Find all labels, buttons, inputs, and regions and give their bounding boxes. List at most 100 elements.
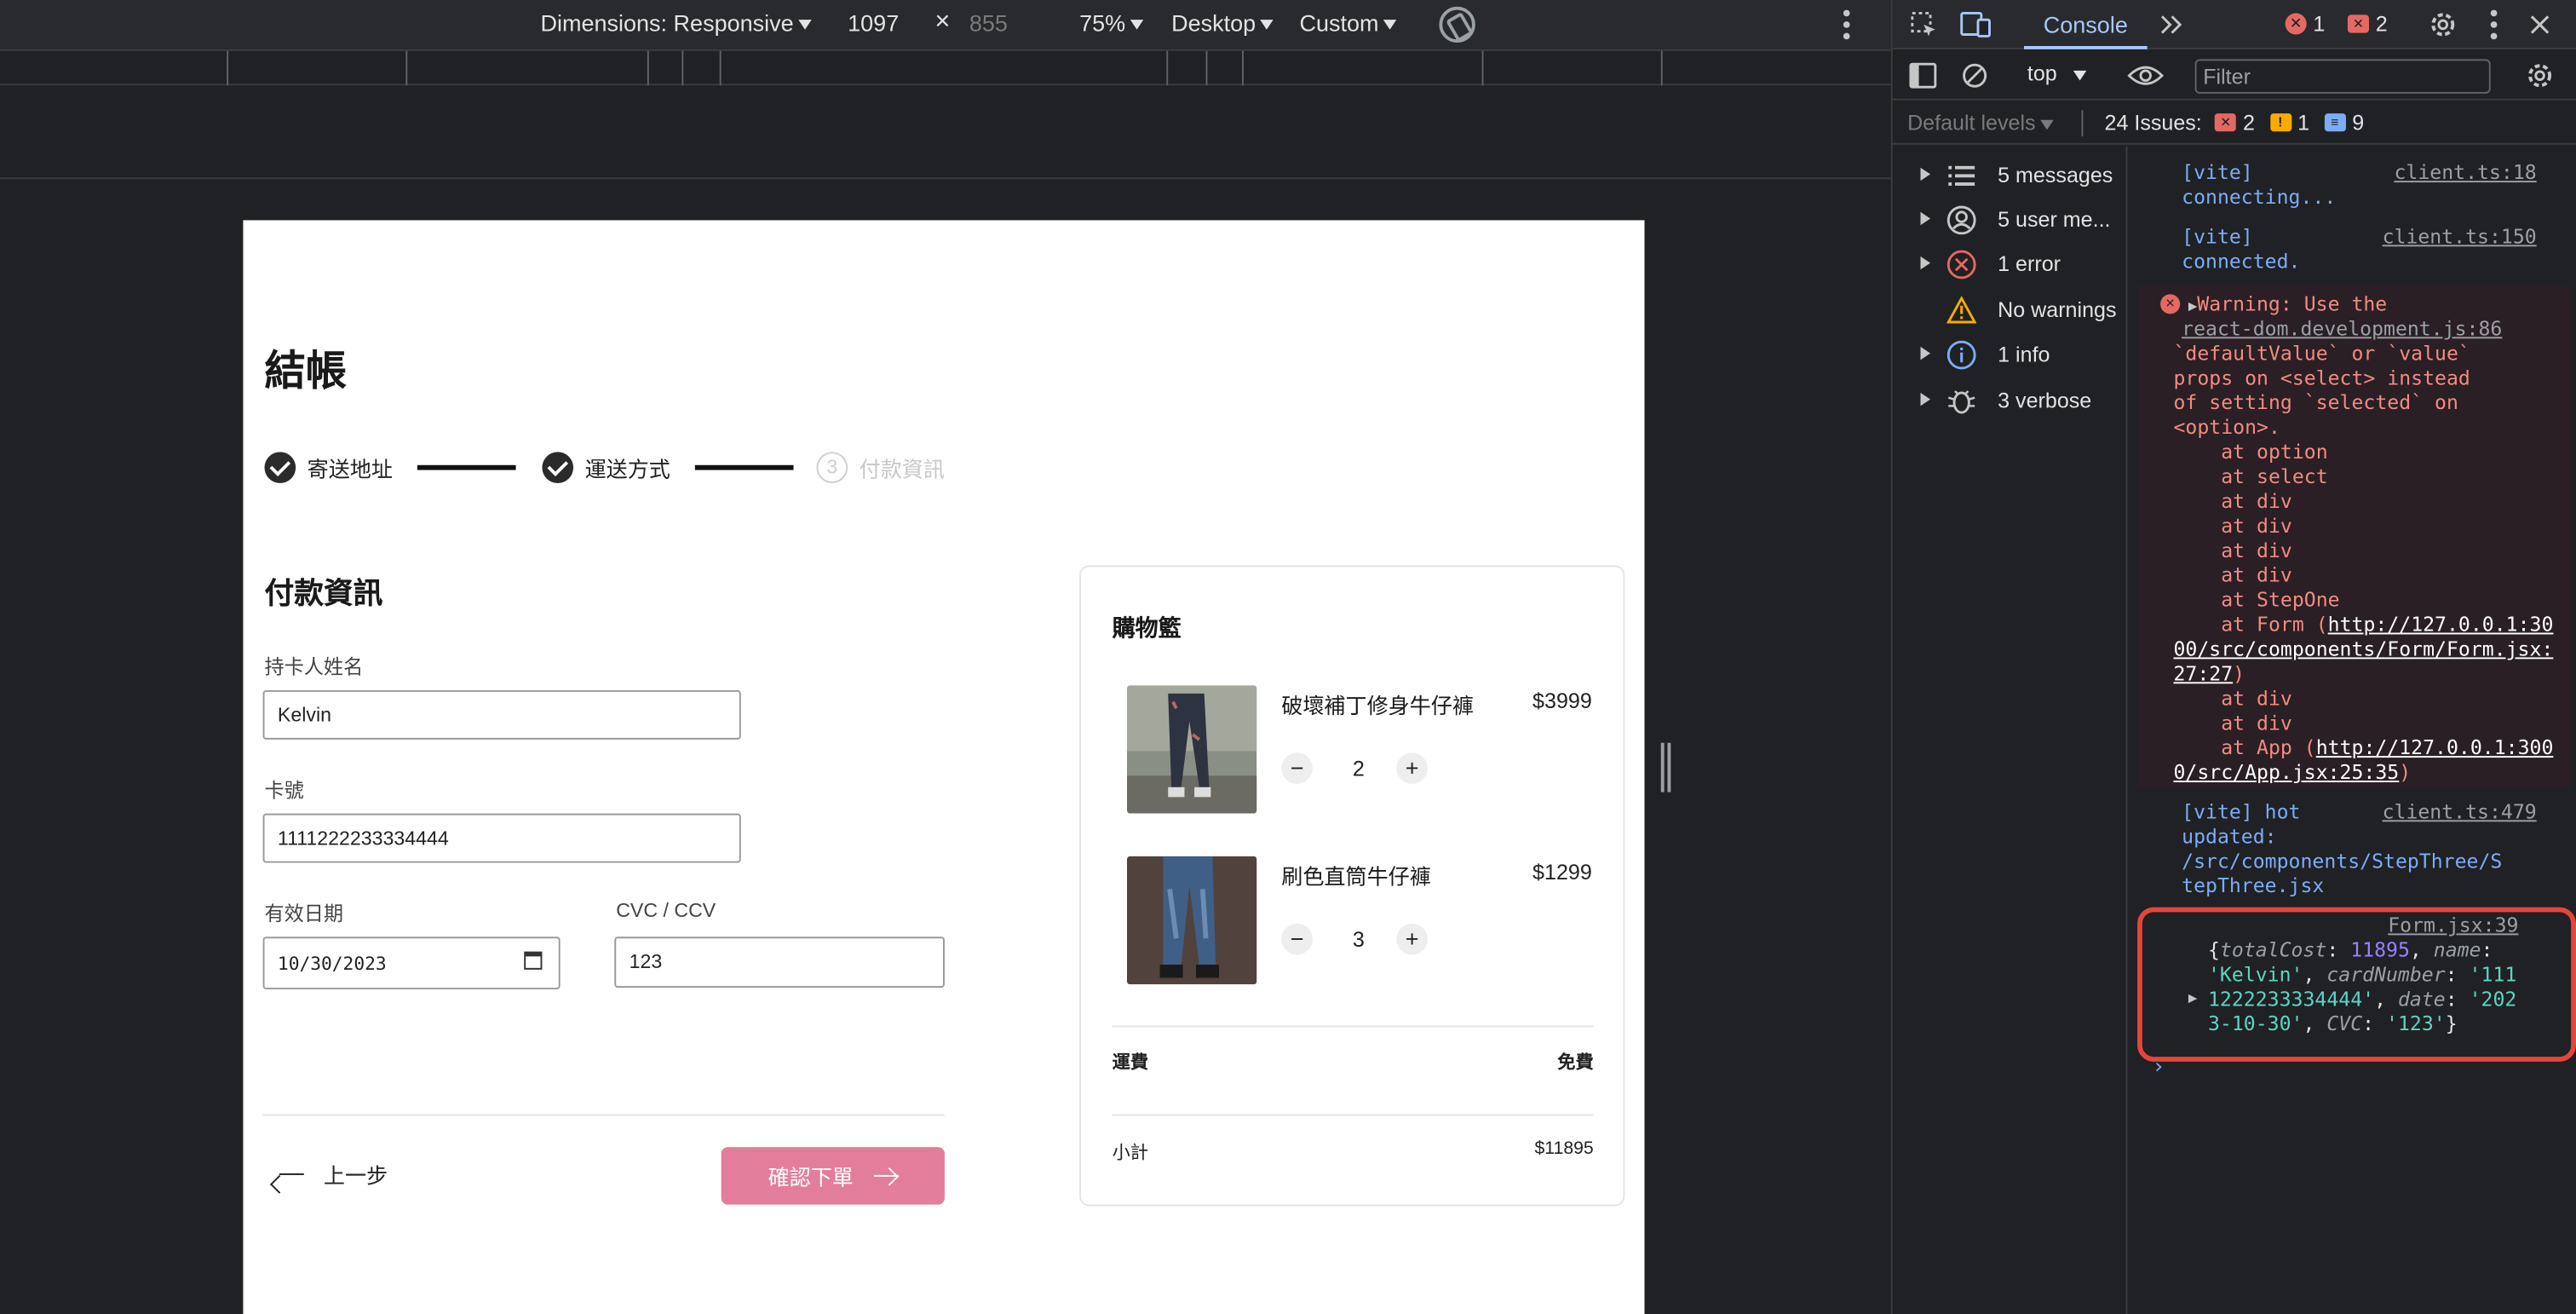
message-source-link[interactable]: client.ts:150 <box>2383 225 2537 250</box>
increase-quantity-button[interactable]: + <box>1396 923 1428 955</box>
eye-icon[interactable] <box>2127 64 2164 87</box>
viewport-resize-handle[interactable] <box>1660 742 1671 792</box>
expand-triangle-icon[interactable] <box>1920 211 1931 226</box>
expiry-date-label: 有效日期 <box>264 902 344 925</box>
devtools-menu-icon[interactable] <box>2490 9 2498 40</box>
console-toolbar: top Filter <box>1892 51 2576 101</box>
cart-divider <box>1112 1025 1594 1028</box>
dimensions-label: Dimensions: Responsive <box>540 9 794 37</box>
card-number-input[interactable]: 1111222233334444 <box>262 813 741 863</box>
sidebar-item-warnings[interactable]: No warnings <box>1893 287 2128 331</box>
filter-input[interactable]: Filter <box>2194 59 2491 94</box>
more-options-icon[interactable] <box>1843 9 1850 40</box>
expand-triangle-icon[interactable]: ▶ <box>2188 988 2197 1012</box>
device-toggle-icon[interactable] <box>1960 10 1993 40</box>
console-message: [vite] hot updated: /src/components/Step… <box>2129 800 2576 902</box>
expiry-date-input[interactable]: 10/30/2023 <box>262 937 561 989</box>
key-name: name <box>2433 938 2481 962</box>
confirm-label: 確認下單 <box>768 1165 854 1190</box>
step-shipping-method: 運送方式 <box>542 448 670 484</box>
value-totalcost: 11895 <box>2350 938 2410 962</box>
warning-header[interactable]: ▶Warning: Use the <box>2188 292 2387 320</box>
message-source-link[interactable]: Form.jsx:39 <box>2388 913 2518 938</box>
sidebar-item-verbose[interactable]: 3 verbose <box>1893 378 2128 423</box>
sidebar-item-messages[interactable]: 5 messages <box>1893 153 2128 197</box>
expand-triangle-icon[interactable] <box>1920 256 1931 270</box>
clear-console-icon[interactable] <box>1962 62 1988 89</box>
message-text: [vite] connecting... <box>2182 160 2337 209</box>
message-source-link[interactable]: client.ts:18 <box>2394 161 2536 186</box>
calendar-icon[interactable] <box>524 951 543 970</box>
tab-console[interactable]: Console <box>2023 0 2148 49</box>
close-icon[interactable] <box>2528 13 2551 36</box>
sidebar-item-info[interactable]: 1 info <box>1893 332 2128 377</box>
cvc-input[interactable]: 123 <box>614 937 945 988</box>
error-badge[interactable]: ✕ 1 <box>2285 11 2325 36</box>
levels-bar: Default levels 24 Issues: ✕ 2 ! 1 ≡ 9 <box>1892 102 2576 145</box>
device-type-dropdown[interactable]: Desktop <box>1171 10 1274 36</box>
increase-quantity-button[interactable]: + <box>1396 752 1428 784</box>
inspect-element-icon[interactable] <box>1909 10 1939 40</box>
step-connector <box>694 464 794 470</box>
issues-summary[interactable]: 24 Issues: ✕ 2 ! 1 ≡ 9 <box>2104 110 2364 135</box>
cvc-label: CVC / CCV <box>616 898 716 922</box>
shipping-label: 運費 <box>1112 1053 1149 1074</box>
issue-error-icon: ✕ <box>2215 113 2237 132</box>
product-image <box>1126 685 1257 814</box>
issue-badge[interactable]: ✕ 2 <box>2347 11 2388 36</box>
console-settings-icon[interactable] <box>2525 61 2555 90</box>
quantity-value: 3 <box>1352 926 1365 952</box>
error-icon: ✕ <box>2160 294 2181 314</box>
bug-icon <box>1947 390 1975 414</box>
dimensions-dropdown[interactable]: Dimensions: Responsive <box>540 9 812 37</box>
sidebar-label: 3 verbose <box>1998 388 2092 413</box>
media-query-ruler[interactable] <box>0 49 1891 86</box>
back-label: 上一步 <box>323 1163 388 1189</box>
chevron-down-icon <box>2073 70 2087 80</box>
product-price: $3999 <box>1532 689 1592 713</box>
context-dropdown[interactable]: top <box>2027 61 2087 85</box>
devtools-tab-bar: Console ✕ 1 ✕ 2 <box>1892 0 2576 49</box>
rotate-icon[interactable] <box>1439 6 1475 43</box>
sidebar-label: 1 error <box>1998 251 2061 276</box>
chevron-down-icon <box>1383 20 1397 31</box>
warning-body: `defaultValue` or `value` props on <sele… <box>2173 342 2470 637</box>
message-source-link[interactable]: client.ts:479 <box>2383 800 2537 825</box>
height-input[interactable]: 855 <box>969 10 1008 37</box>
zoom-dropdown[interactable]: 75% <box>1079 10 1144 36</box>
list-icon <box>1948 165 1975 186</box>
sidebar-label: 5 user me... <box>1998 206 2111 232</box>
expand-triangle-icon[interactable] <box>1920 346 1931 360</box>
cardholder-name-input[interactable]: Kelvin <box>262 689 741 740</box>
device-toolbar: Dimensions: Responsive 1097 × 855 75% De… <box>0 0 1891 49</box>
more-tabs-icon[interactable] <box>2159 13 2185 36</box>
warning-source-link[interactable]: react-dom.development.js:86 <box>2182 317 2502 342</box>
step-label: 運送方式 <box>584 456 670 481</box>
sidebar-label: 5 messages <box>1998 162 2113 187</box>
logged-object[interactable]: {totalCost: 11895, name: 'Kelvin', cardN… <box>2208 938 2520 1037</box>
console-output: [vite] connecting... client.ts:18 [vite]… <box>2129 147 2576 1314</box>
check-circle-icon <box>264 451 296 483</box>
expand-triangle-icon[interactable] <box>1920 392 1931 406</box>
decrease-quantity-button[interactable]: − <box>1281 752 1313 784</box>
sidebar-toggle-icon[interactable] <box>1909 62 1937 89</box>
user-icon <box>1946 205 1976 235</box>
separator <box>2081 110 2084 137</box>
confirm-order-button[interactable]: 確認下單 <box>721 1147 945 1205</box>
levels-dropdown[interactable]: Default levels <box>1907 110 2054 135</box>
console-prompt[interactable]: › <box>2152 1055 2165 1080</box>
issue-icon: ✕ <box>2347 14 2369 33</box>
step-connector <box>417 464 516 470</box>
decrease-quantity-button[interactable]: − <box>1281 923 1313 955</box>
chevron-down-icon <box>1130 20 1144 31</box>
card-number-label: 卡號 <box>264 779 304 803</box>
sidebar-item-user-messages[interactable]: 5 user me... <box>1893 197 2128 241</box>
sidebar-item-errors[interactable]: 1 error <box>1893 241 2128 285</box>
expand-triangle-icon[interactable] <box>1920 167 1931 182</box>
back-button[interactable]: 上一步 <box>279 1159 388 1190</box>
shipping-row: 運費 免費 <box>1113 1048 1594 1075</box>
width-input[interactable]: 1097 <box>848 10 899 37</box>
throttle-dropdown[interactable]: Custom <box>1299 9 1397 37</box>
settings-gear-icon[interactable] <box>2428 10 2458 40</box>
throttle-label: Custom <box>1299 9 1379 37</box>
